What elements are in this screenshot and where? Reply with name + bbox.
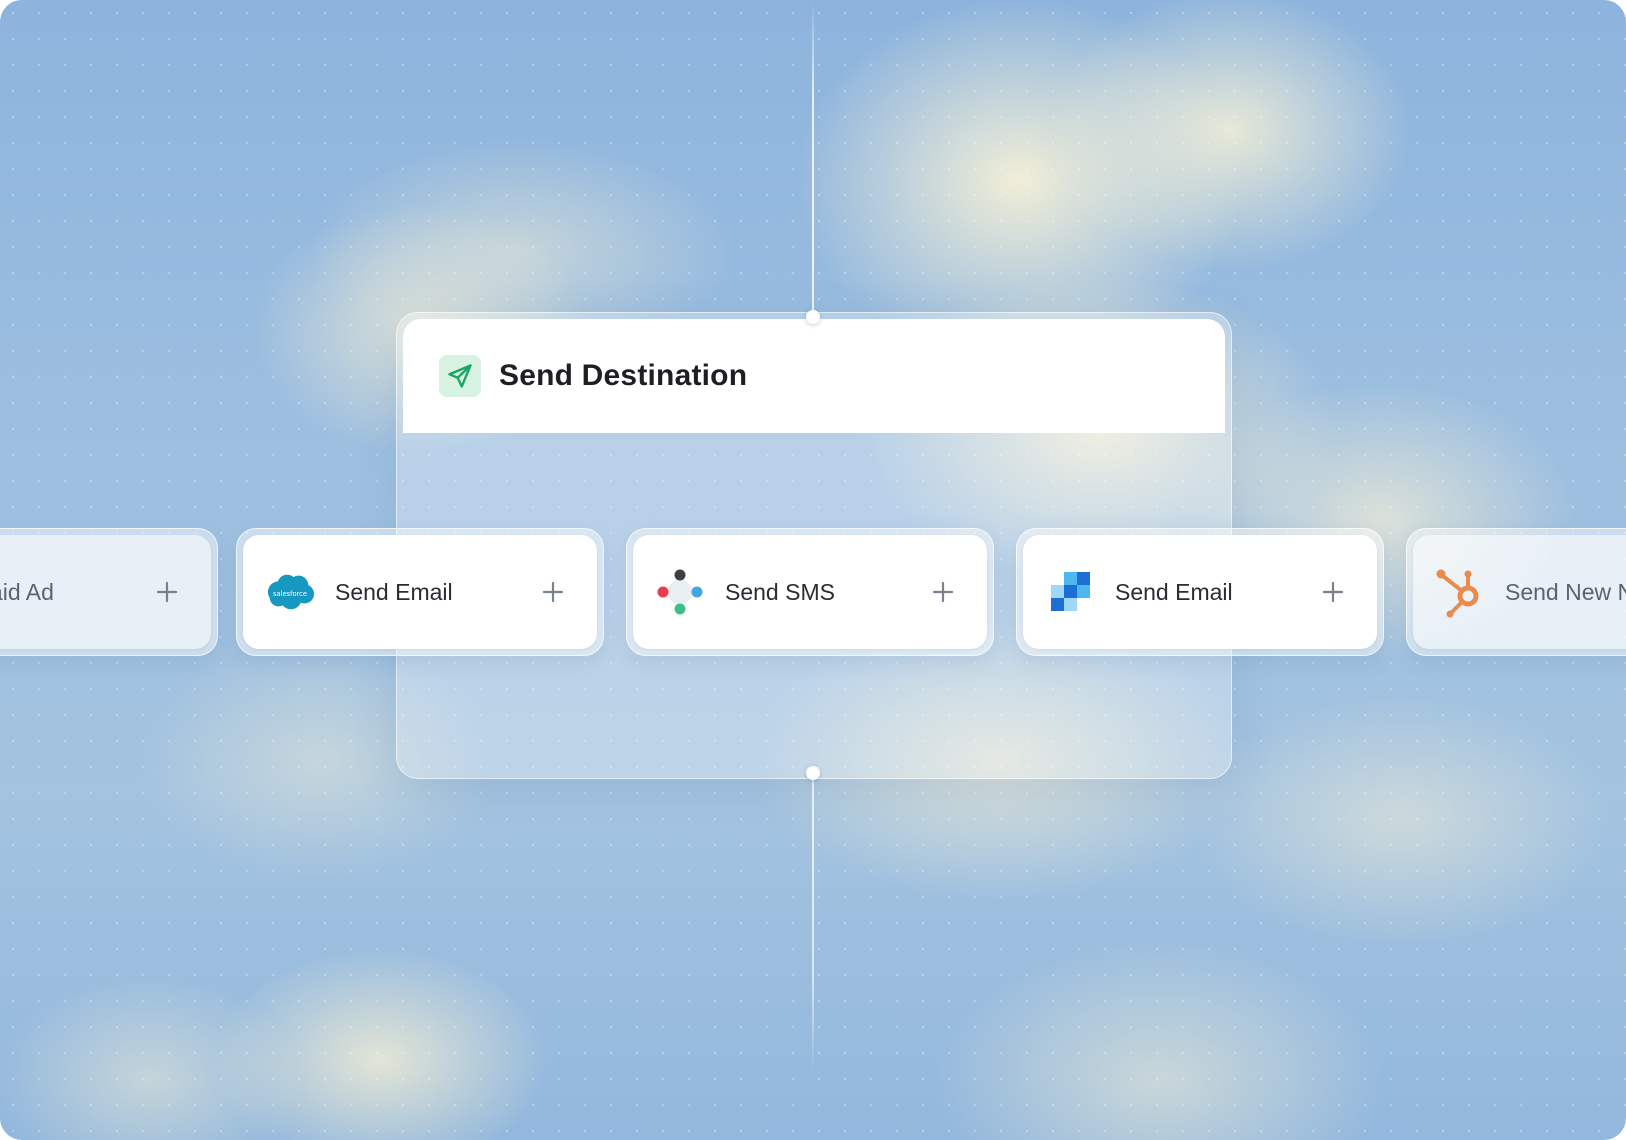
connector-line-top — [812, 0, 814, 318]
hubspot-logo — [1435, 567, 1485, 618]
action-card-send-sms[interactable]: Send SMS — [626, 528, 994, 656]
email-blocks-logo — [1045, 567, 1095, 617]
action-card-label: Send SMS — [725, 578, 835, 605]
action-card-paid-ad[interactable]: at Paid Ad — [0, 528, 218, 656]
plus-icon[interactable] — [533, 572, 573, 612]
connector-line-bottom — [812, 772, 814, 1072]
action-card-label: Send Email — [1115, 578, 1233, 605]
destination-header: Send Destination — [403, 319, 1225, 433]
action-card-label: Send New N — [1505, 578, 1626, 605]
plus-icon[interactable] — [147, 572, 187, 612]
salesforce-logo: salesforce — [265, 567, 315, 617]
paper-plane-icon — [439, 355, 481, 397]
destination-title: Send Destination — [499, 359, 748, 392]
action-card-label: Send Email — [335, 578, 453, 605]
plus-icon[interactable] — [923, 572, 963, 612]
sms-provider-logo — [655, 567, 705, 617]
plus-icon[interactable] — [1313, 572, 1353, 612]
canvas: Send Destination at Paid Ad — [0, 0, 1626, 1140]
action-card-hubspot[interactable]: Send New N — [1406, 528, 1626, 656]
connector-port-bottom[interactable] — [806, 766, 820, 780]
salesforce-wordmark: salesforce — [273, 590, 307, 598]
action-card-label: at Paid Ad — [0, 578, 54, 605]
action-card-salesforce-email[interactable]: salesforce Send Email — [236, 528, 604, 656]
action-card-email-blocks[interactable]: Send Email — [1016, 528, 1384, 656]
connector-port-top[interactable] — [806, 310, 820, 324]
